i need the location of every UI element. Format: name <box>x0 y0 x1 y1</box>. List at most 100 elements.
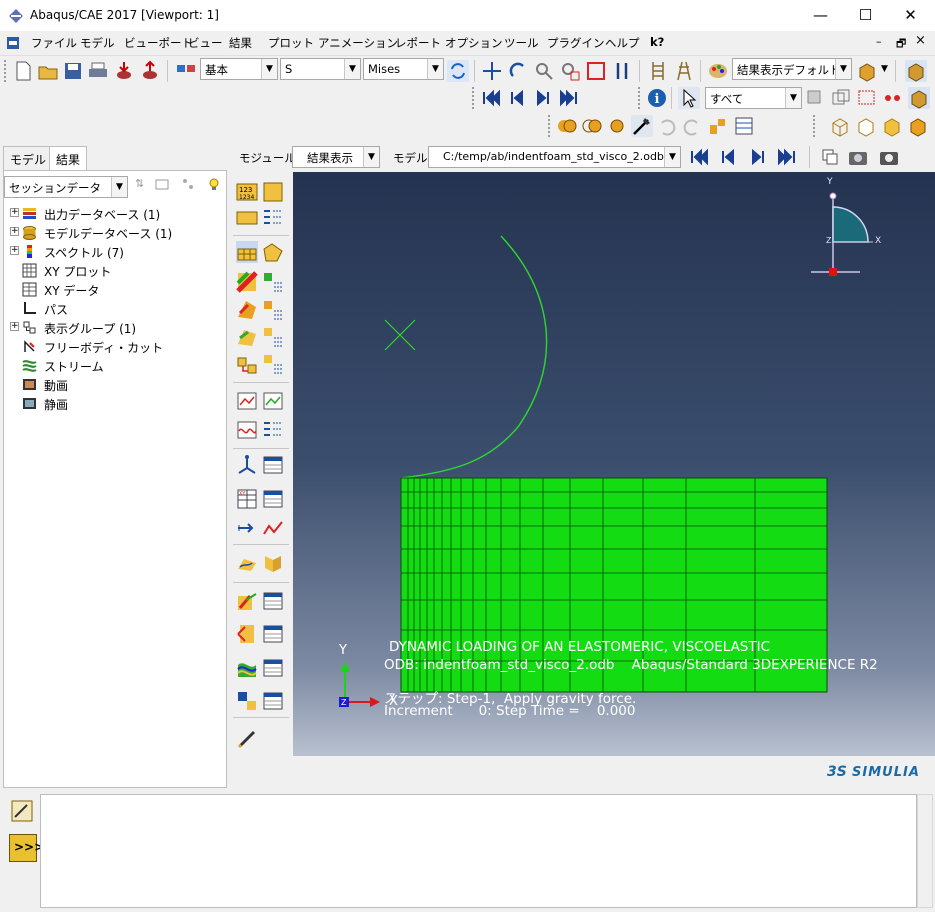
doc-restore-button[interactable]: 🗗 <box>896 35 906 54</box>
node-labels-icon[interactable] <box>262 181 284 203</box>
chevron-down-icon[interactable]: ▼ <box>835 59 851 79</box>
save-icon[interactable] <box>62 60 84 82</box>
display-options-icon[interactable] <box>707 115 729 137</box>
toolbar-grip[interactable] <box>548 115 552 137</box>
menu-viewport[interactable]: ビューポート <box>124 35 193 51</box>
probe-values-icon[interactable]: 1231234 <box>236 181 258 203</box>
camera-options-icon[interactable] <box>878 146 900 168</box>
tree-item-mdb[interactable]: + モデルデータベース (1) <box>4 223 224 242</box>
session-data-combo[interactable]: セッションデータ ▼ <box>4 176 128 198</box>
tree-item-xy-data[interactable]: XY データ <box>4 280 224 299</box>
render-style-icon[interactable] <box>856 60 878 82</box>
expand-icon[interactable]: + <box>10 208 19 217</box>
menu-results[interactable]: 結果 <box>229 35 252 51</box>
context-help-icon[interactable]: k? <box>650 35 664 49</box>
cycle-views-icon[interactable] <box>611 60 633 82</box>
highlight-bulb-icon[interactable] <box>206 176 222 192</box>
element-labels-icon[interactable] <box>236 207 258 229</box>
shaded-icon[interactable] <box>907 115 929 137</box>
message-scrollbar[interactable] <box>917 794 933 908</box>
view-cut-manager-icon[interactable] <box>262 454 284 476</box>
display-group-icon[interactable] <box>175 60 197 82</box>
next-frame-icon[interactable] <box>747 146 769 168</box>
copy-viewport-icon[interactable] <box>819 146 841 168</box>
plot-undeformed-icon[interactable] <box>236 241 258 263</box>
tree-item-odb[interactable]: + 出力データベース (1) <box>4 204 224 223</box>
display-group-combo[interactable]: 基本 ▼ <box>200 58 278 80</box>
tree-item-display-group[interactable]: + 表示グループ (1) <box>4 318 224 337</box>
menu-view[interactable]: ビュー <box>188 35 223 51</box>
tab-results[interactable]: 結果 <box>49 146 88 171</box>
menu-plot[interactable]: プロット <box>268 35 314 51</box>
chevron-down-icon[interactable]: ▼ <box>785 88 801 108</box>
xy-data-create-icon[interactable]: XY <box>236 488 258 510</box>
overlay-manager-icon[interactable] <box>262 657 284 679</box>
boolean-union-icon[interactable] <box>556 115 578 137</box>
view-cut-icon[interactable] <box>236 454 258 476</box>
undo-icon[interactable] <box>656 115 678 137</box>
animation-options-icon[interactable] <box>262 419 284 441</box>
menu-model[interactable]: モデル <box>80 35 115 51</box>
print-icon[interactable] <box>87 60 109 82</box>
select-nodes-icon[interactable] <box>882 87 904 109</box>
table-icon[interactable] <box>733 115 755 137</box>
filter-icon[interactable] <box>180 176 196 192</box>
plot-deformed-icon[interactable] <box>262 241 284 263</box>
expand-icon[interactable]: + <box>10 322 19 331</box>
overlay-plot-icon[interactable] <box>236 657 258 679</box>
maximize-button[interactable]: ☐ <box>843 0 888 31</box>
menu-plugins[interactable]: プラグイン <box>547 35 605 51</box>
menu-tools[interactable]: ツール <box>504 35 539 51</box>
hidden-line-icon[interactable] <box>855 115 877 137</box>
animate-time-icon[interactable] <box>262 390 284 412</box>
redo-icon[interactable] <box>681 115 703 137</box>
pan-icon[interactable] <box>481 60 503 82</box>
free-body-create-icon[interactable] <box>236 590 258 612</box>
wireframe-icon[interactable] <box>829 115 851 137</box>
drag-shape-icon[interactable] <box>856 87 878 109</box>
auto-fit-icon[interactable] <box>585 60 607 82</box>
menu-options[interactable]: オプション <box>445 35 503 51</box>
label-options-icon[interactable] <box>262 207 284 229</box>
chevron-down-icon[interactable]: ▼ <box>111 177 127 197</box>
tree-item-movie[interactable]: 動画 <box>4 375 224 394</box>
open-file-icon[interactable] <box>37 60 59 82</box>
animate-scale-icon[interactable] <box>236 390 258 412</box>
contour-options-icon[interactable] <box>262 271 284 293</box>
repaint-icon[interactable] <box>631 115 653 137</box>
tree-item-free-body[interactable]: フリーボディ・カット <box>4 337 224 356</box>
display-group-manager-icon[interactable] <box>262 623 284 645</box>
stream-manager-icon[interactable] <box>262 553 284 575</box>
last-frame-icon[interactable] <box>776 146 798 168</box>
plot-state-combo[interactable]: 結果表示デフォルト ▼ <box>732 58 852 80</box>
magnify-icon[interactable] <box>533 60 555 82</box>
new-file-icon[interactable] <box>12 60 34 82</box>
palette-icon[interactable] <box>707 60 729 82</box>
selection-filter-combo[interactable]: すべて ▼ <box>705 87 802 109</box>
tree-item-xy-plot[interactable]: XY プロット <box>4 261 224 280</box>
chevron-down-icon[interactable]: ▼ <box>427 59 443 79</box>
free-body-manager-icon[interactable] <box>262 590 284 612</box>
sort-arrows-icon[interactable]: ⇅ <box>135 177 144 190</box>
invariant-combo[interactable]: Mises ▼ <box>363 58 444 80</box>
previous-frame-icon[interactable] <box>506 87 528 109</box>
select-elements-icon[interactable] <box>908 87 930 109</box>
symbol-options-icon[interactable] <box>262 353 284 375</box>
plot-symbols-icon[interactable] <box>236 353 258 375</box>
message-area-icon[interactable] <box>10 799 34 823</box>
toolbar-grip[interactable] <box>4 60 8 82</box>
chevron-down-icon[interactable]: ▼ <box>261 59 277 79</box>
kernel-command-line-button[interactable]: >>> <box>9 834 44 862</box>
chevron-down-icon[interactable]: ▼ <box>664 147 680 167</box>
contour-settings-icon[interactable] <box>262 299 284 321</box>
annotation-pen-icon[interactable] <box>236 726 258 748</box>
doc-close-button[interactable]: × <box>915 33 926 48</box>
minimize-button[interactable]: — <box>798 0 843 31</box>
export-icon[interactable] <box>139 60 161 82</box>
path-create-icon[interactable] <box>236 517 258 539</box>
chevron-down-icon[interactable]: ▼ <box>881 64 888 74</box>
toolbar-grip[interactable] <box>472 87 476 109</box>
doc-minimize-button[interactable]: – <box>876 35 882 48</box>
combine-layers-icon[interactable] <box>236 690 258 712</box>
parent-folder-icon[interactable] <box>154 176 170 192</box>
